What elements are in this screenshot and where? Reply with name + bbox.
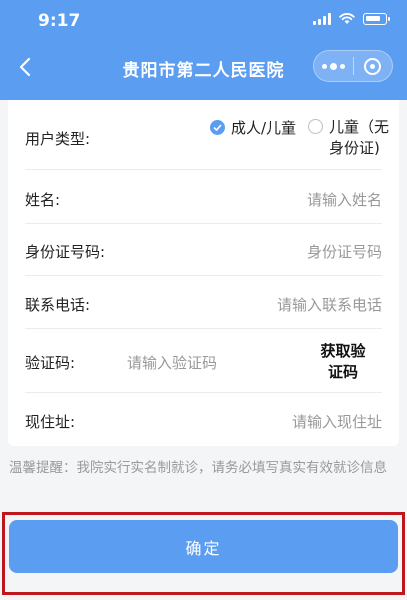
id-number-input[interactable]: 身份证号码 — [307, 241, 382, 262]
address-row: 现住址: 请输入现住址 — [25, 393, 382, 446]
get-code-button[interactable]: 获取验证码 — [314, 341, 372, 383]
id-number-label: 身份证号码: — [25, 243, 106, 261]
close-miniprogram-button[interactable] — [354, 51, 392, 81]
navbar: 贵阳市第二人民医院 — [0, 42, 407, 92]
status-bar: 9:17 — [0, 0, 407, 42]
radio-child-no-id-label: 儿童（无身份证) — [329, 118, 390, 157]
wifi-icon — [339, 13, 355, 24]
radio-adult-child[interactable]: 成人/儿童 — [210, 117, 296, 138]
header: 9:17 贵阳市第二人民医院 — [0, 0, 407, 100]
radio-adult-child-label: 成人/儿童 — [231, 119, 297, 137]
radio-unchecked-icon — [308, 119, 323, 134]
miniprogram-capsule — [313, 50, 393, 82]
address-label: 现住址: — [25, 413, 76, 431]
more-icon[interactable] — [314, 51, 353, 81]
form-card: 用户类型: 成人/儿童 儿童（无身份证) 姓名: 请输入姓名 身份证号码: 身份… — [8, 100, 399, 446]
name-row: 姓名: 请输入姓名 — [25, 170, 382, 224]
check-icon — [210, 120, 225, 135]
verification-code-row: 验证码: 请输入验证码 获取验证码 — [25, 329, 382, 393]
phone-row: 联系电话: 请输入联系电话 — [25, 276, 382, 329]
name-label: 姓名: — [25, 191, 61, 209]
status-icons — [313, 13, 390, 25]
status-time: 9:17 — [38, 11, 81, 31]
target-icon — [364, 57, 382, 75]
phone-label: 联系电话: — [25, 296, 91, 314]
battery-icon — [363, 13, 390, 25]
name-input[interactable]: 请输入姓名 — [307, 189, 382, 210]
confirm-button[interactable]: 确定 — [9, 520, 398, 573]
verification-code-label: 验证码: — [25, 354, 76, 372]
signal-icon — [313, 13, 331, 25]
phone-input[interactable]: 请输入联系电话 — [277, 294, 382, 315]
user-type-label: 用户类型: — [25, 130, 91, 148]
radio-child-no-id[interactable]: 儿童（无身份证) — [308, 117, 393, 159]
address-input[interactable]: 请输入现住址 — [292, 411, 382, 432]
user-type-row: 用户类型: 成人/儿童 儿童（无身份证) — [25, 100, 389, 170]
id-number-row: 身份证号码: 身份证号码 — [25, 224, 382, 276]
notice-text: 温馨提醒：我院实行实名制就诊，请务必填写真实有效就诊信息 — [9, 460, 387, 476]
verification-code-input[interactable]: 请输入验证码 — [127, 352, 217, 373]
